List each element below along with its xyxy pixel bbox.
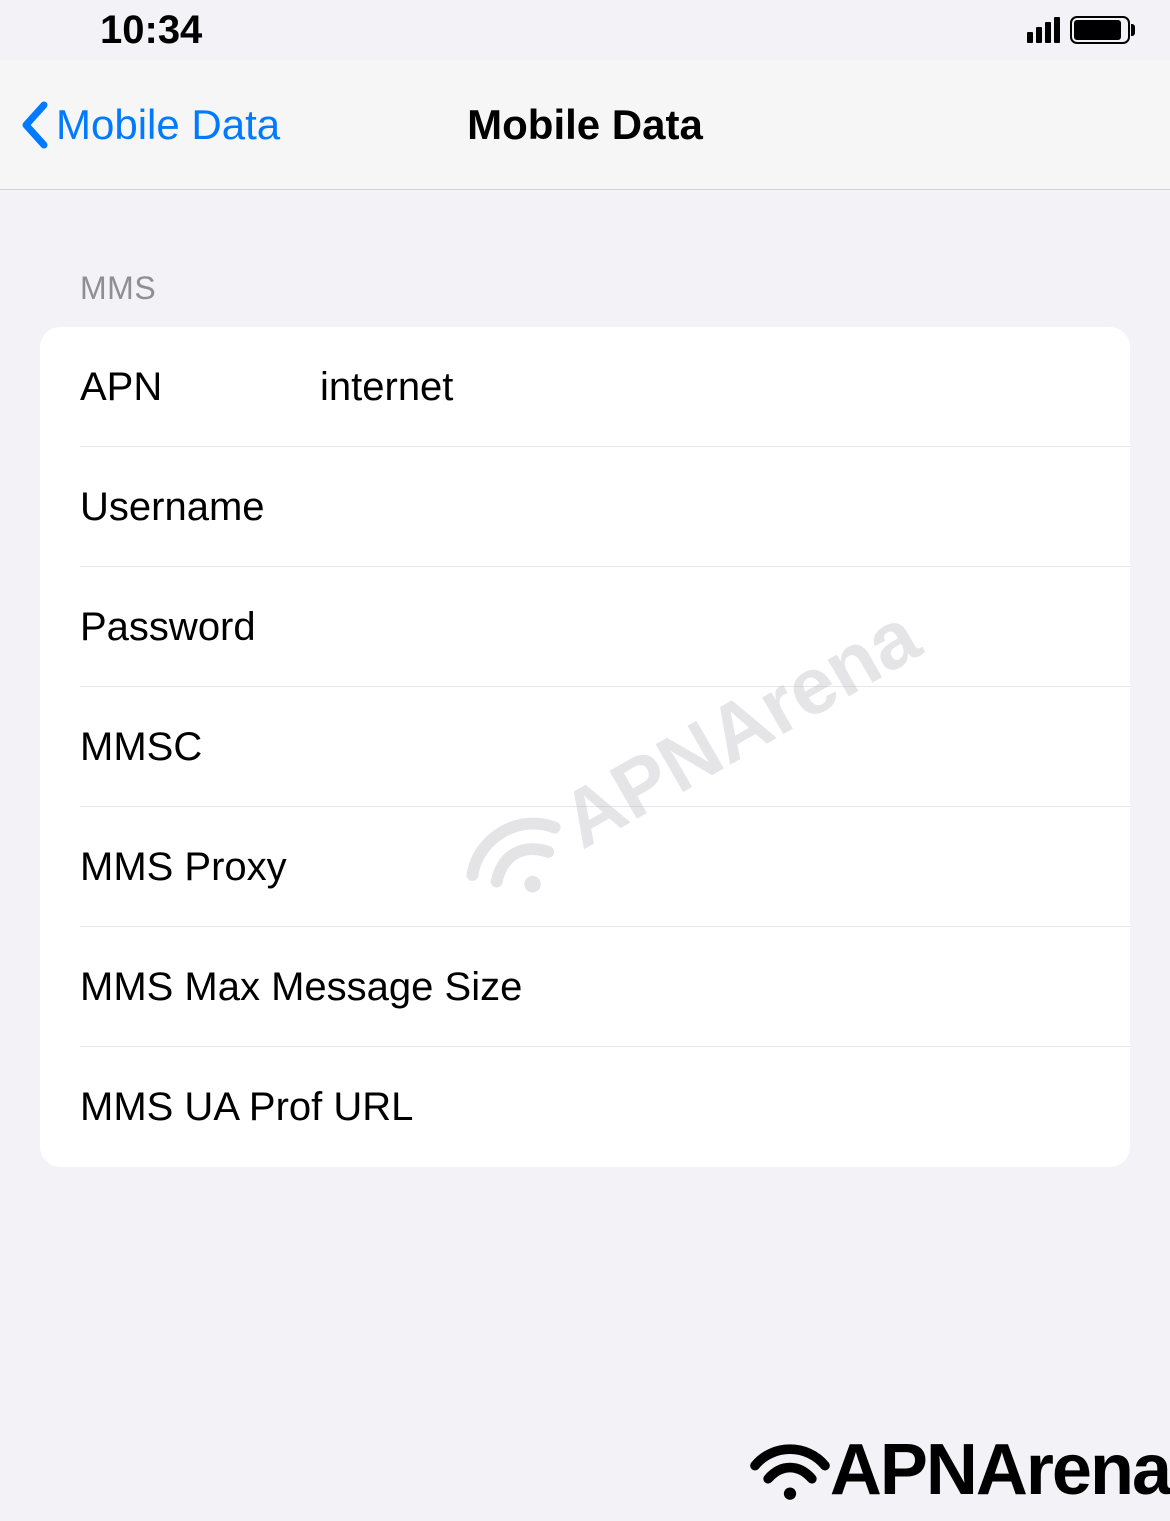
row-mms-ua-prof[interactable]: MMS UA Prof URL — [40, 1047, 1130, 1167]
row-mms-proxy[interactable]: MMS Proxy — [40, 807, 1130, 927]
input-password[interactable] — [320, 605, 1090, 650]
label-password: Password — [80, 605, 320, 650]
back-label: Mobile Data — [56, 101, 280, 149]
chevron-left-icon — [20, 101, 48, 149]
content-area: MMS APN Username Password MMSC MMS Proxy… — [0, 190, 1170, 1167]
row-mmsc[interactable]: MMSC — [40, 687, 1130, 807]
navigation-bar: Mobile Data Mobile Data — [0, 60, 1170, 190]
input-mmsc[interactable] — [320, 725, 1090, 770]
row-password[interactable]: Password — [40, 567, 1130, 687]
row-username[interactable]: Username — [40, 447, 1130, 567]
back-button[interactable]: Mobile Data — [0, 101, 280, 149]
label-mmsc: MMSC — [80, 725, 320, 770]
watermark-bottom: APNArena — [745, 1429, 1170, 1511]
label-apn: APN — [80, 365, 320, 410]
row-mms-max-size[interactable]: MMS Max Message Size — [40, 927, 1130, 1047]
status-indicators — [1027, 16, 1130, 44]
battery-icon — [1070, 16, 1130, 44]
label-mms-proxy: MMS Proxy — [80, 845, 320, 890]
row-apn[interactable]: APN — [40, 327, 1130, 447]
settings-group-mms: APN Username Password MMSC MMS Proxy MMS… — [40, 327, 1130, 1167]
watermark-bottom-text: APNArena — [830, 1429, 1170, 1511]
input-mms-max-size[interactable] — [522, 965, 1090, 1010]
section-header-mms: MMS — [40, 190, 1130, 327]
input-username[interactable] — [320, 485, 1090, 530]
status-time: 10:34 — [100, 8, 202, 53]
label-mms-max-size: MMS Max Message Size — [80, 965, 522, 1010]
input-apn[interactable] — [320, 365, 1090, 410]
input-mms-proxy[interactable] — [320, 845, 1090, 890]
input-mms-ua-prof[interactable] — [413, 1085, 1090, 1130]
label-mms-ua-prof: MMS UA Prof URL — [80, 1085, 413, 1130]
wifi-icon — [745, 1435, 835, 1505]
label-username: Username — [80, 485, 320, 530]
page-title: Mobile Data — [467, 101, 703, 149]
signal-icon — [1027, 17, 1060, 43]
status-bar: 10:34 — [0, 0, 1170, 60]
